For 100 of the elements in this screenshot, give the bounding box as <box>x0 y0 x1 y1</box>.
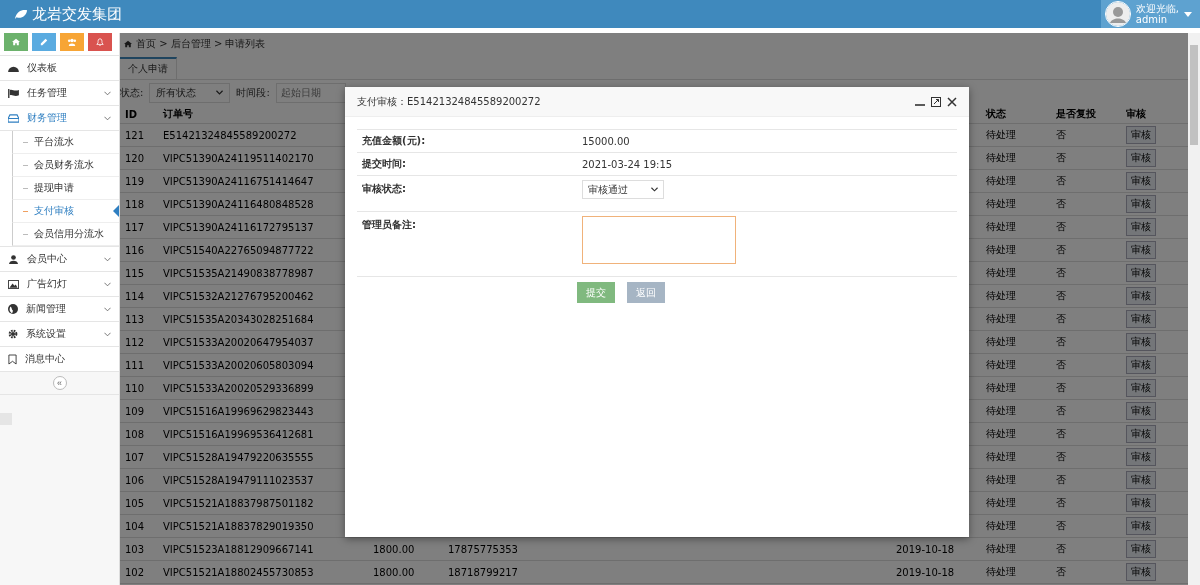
field-label: 管理员备注: <box>361 218 417 232</box>
audit-button[interactable]: 审核 <box>1126 448 1156 466</box>
table-cell-text: 102 <box>124 566 146 578</box>
table-cell-text: 待处理 <box>985 335 1017 349</box>
table-cell-text: VIPC51390A24116751414647 <box>162 175 315 187</box>
table-cell-text: 待处理 <box>985 243 1017 257</box>
table-cell-text: 否 <box>1055 197 1067 211</box>
table-cell-text: 待处理 <box>985 473 1017 487</box>
table-cell-text: VIPC51523A18812909667141 <box>162 543 315 555</box>
table-cell-text: VIPC51390A24116172795137 <box>162 221 315 233</box>
table-cell-text: 待处理 <box>985 220 1017 234</box>
table-cell-text: 待处理 <box>985 151 1017 165</box>
table-cell-text: 103 <box>124 543 146 555</box>
audit-button[interactable]: 审核 <box>1126 310 1156 328</box>
table-cell-text: VIPC51516A19969629823443 <box>162 405 315 417</box>
audit-button[interactable]: 审核 <box>1126 425 1156 443</box>
field-label: 审核状态: <box>361 182 407 196</box>
audit-button[interactable]: 审核 <box>1126 563 1156 581</box>
column-header: 订单号 <box>162 107 194 121</box>
menu-item[interactable]: 财务管理 <box>0 106 119 131</box>
table-cell-text: 否 <box>1055 450 1067 464</box>
table-cell-text: 否 <box>1055 565 1067 579</box>
greeting: 欢迎光临, <box>1135 3 1179 14</box>
table-cell-text: VIPC51516A19969536412681 <box>162 428 315 440</box>
table-cell-text: 待处理 <box>985 496 1017 510</box>
table-cell-text: VIPC51535A21490838778987 <box>162 267 315 279</box>
audit-button[interactable]: 审核 <box>1126 218 1156 236</box>
table-cell-text: 119 <box>124 175 146 187</box>
menu-item[interactable]: 广告幻灯 <box>0 272 119 297</box>
audit-button[interactable]: 审核 <box>1126 471 1156 489</box>
submenu-item[interactable]: 会员财务流水 <box>12 154 119 177</box>
table-cell-text: 待处理 <box>985 450 1017 464</box>
table-cell-text: 115 <box>124 267 146 279</box>
menu-item[interactable]: 任务管理 <box>0 81 119 106</box>
table-cell: 17875775353 <box>448 543 518 555</box>
table-cell-text: 待处理 <box>985 197 1017 211</box>
table-cell-text: 待处理 <box>985 289 1017 303</box>
menu-item[interactable]: 会员中心 <box>0 247 119 272</box>
audit-button[interactable]: 审核 <box>1126 264 1156 282</box>
table-cell-text: 待处理 <box>985 404 1017 418</box>
filter-label: 时间段: <box>236 85 270 100</box>
audit-button[interactable]: 审核 <box>1126 402 1156 420</box>
table-cell-text: 113 <box>124 313 146 325</box>
table-cell-text: 否 <box>1055 358 1067 372</box>
audit-button[interactable]: 审核 <box>1126 379 1156 397</box>
status-select[interactable]: 所有状态 <box>149 82 231 103</box>
table-cell-text: VIPC51521A18837987501182 <box>162 497 315 509</box>
audit-button[interactable]: 审核 <box>1126 333 1156 351</box>
user-menu[interactable]: 欢迎光临, admin <box>1100 0 1200 28</box>
submenu-item[interactable]: 平台流水 <box>12 131 119 154</box>
table-cell-text: VIPC51532A21276795200462 <box>162 290 315 302</box>
collapse-button[interactable]: « <box>52 376 67 390</box>
table-cell-text: 待处理 <box>985 565 1017 579</box>
table-cell-text: 114 <box>124 290 146 302</box>
audit-button[interactable]: 审核 <box>1126 517 1156 535</box>
status-dropdown[interactable]: 审核通过 <box>582 180 664 199</box>
audit-button[interactable]: 审核 <box>1126 241 1156 259</box>
menu-item[interactable]: 消息中心 <box>0 347 119 372</box>
table-cell-text: 否 <box>1055 243 1067 257</box>
table-cell-text: 待处理 <box>985 427 1017 441</box>
table-cell-text: 待处理 <box>985 381 1017 395</box>
audit-button[interactable]: 审核 <box>1126 195 1156 213</box>
table-cell-text: E51421324845589200272 <box>162 129 298 141</box>
tab[interactable]: 个人申请 <box>120 57 177 79</box>
audit-button[interactable]: 审核 <box>1126 126 1156 144</box>
table-cell-text: 否 <box>1055 473 1067 487</box>
table-cell-text: VIPC51535A20343028251684 <box>162 313 315 325</box>
table-cell-text: 否 <box>1055 381 1067 395</box>
table-cell-text: 待处理 <box>985 358 1017 372</box>
table-cell-text: 112 <box>124 336 146 348</box>
table-cell-text: 106 <box>124 474 146 486</box>
table-cell-text: 109 <box>124 405 146 417</box>
menu-item[interactable]: 新闻管理 <box>0 297 119 322</box>
table-cell-text: 否 <box>1055 289 1067 303</box>
user-name: admin <box>1135 14 1169 25</box>
submenu-item[interactable]: 提现申请 <box>12 177 119 200</box>
audit-button[interactable]: 审核 <box>1126 540 1156 558</box>
audit-button[interactable]: 审核 <box>1126 356 1156 374</box>
table-cell-text: 110 <box>124 382 146 394</box>
table-cell-text: VIPC51521A18837829019350 <box>162 520 315 532</box>
table-cell-text: 118 <box>124 198 146 210</box>
table-cell: 1800.00 <box>373 566 415 578</box>
audit-button[interactable]: 审核 <box>1126 494 1156 512</box>
table-cell-text: 否 <box>1055 174 1067 188</box>
field-label: 提交时间: <box>361 157 407 171</box>
audit-button[interactable]: 审核 <box>1126 149 1156 167</box>
table-cell-text: 108 <box>124 428 146 440</box>
table-cell-text: VIPC51521A18802455730853 <box>162 566 315 578</box>
menu-item[interactable]: 系统设置 <box>0 322 119 347</box>
table-cell-text: 否 <box>1055 128 1067 142</box>
table-cell-text: 121 <box>124 129 146 141</box>
table-cell-text: VIPC51390A24119511402170 <box>162 152 315 164</box>
table-cell-text: 否 <box>1055 151 1067 165</box>
audit-button[interactable]: 审核 <box>1126 172 1156 190</box>
table-cell-text: 111 <box>124 359 146 371</box>
table-cell: 2019-10-18 <box>896 566 955 578</box>
audit-button[interactable]: 审核 <box>1126 287 1156 305</box>
submenu-item[interactable]: 会员信用分流水 <box>12 223 119 246</box>
menu-item[interactable]: 仪表板 <box>0 56 119 81</box>
brand-name: 龙岩交发集团 <box>32 4 122 24</box>
